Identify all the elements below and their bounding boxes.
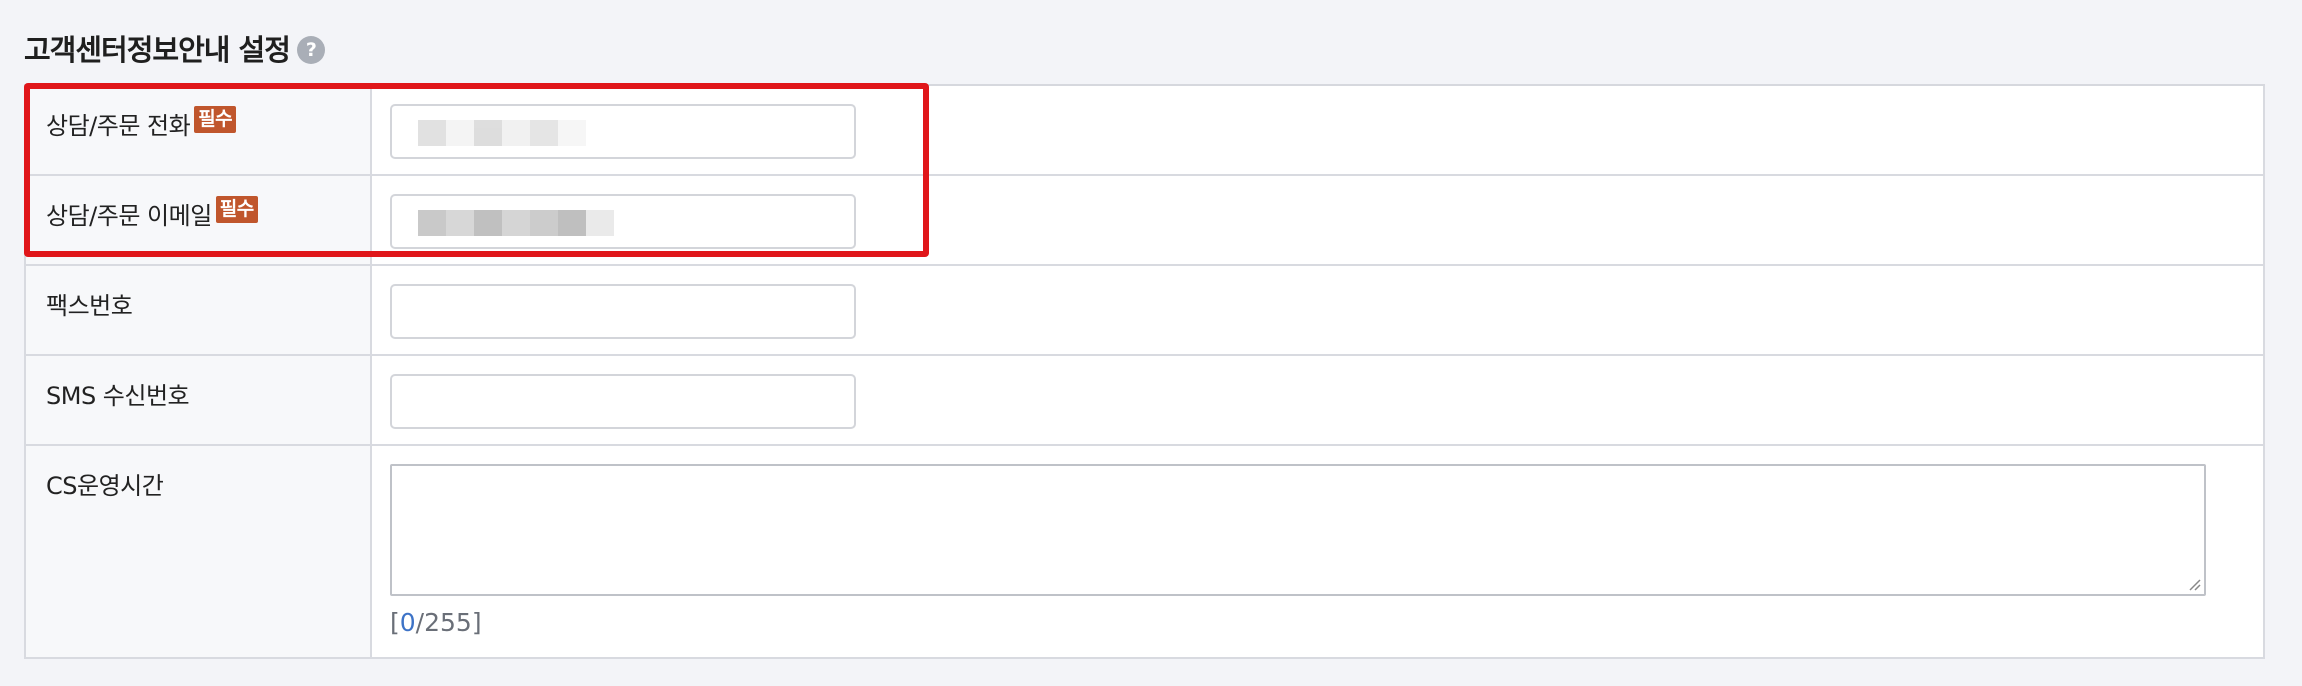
- form-row-email: 상담/주문 이메일 필수: [24, 176, 2265, 266]
- counter-current: 0: [399, 608, 416, 637]
- cs-hours-label: CS운영시간: [46, 472, 164, 500]
- customer-center-form: 상담/주문 전화 필수 상담/주문 이메일 필수 팩스번호 SMS 수신번호 C…: [24, 84, 2265, 659]
- phone-input[interactable]: [390, 104, 856, 159]
- value-cell-phone: [372, 86, 2265, 174]
- redacted-value: [418, 210, 614, 236]
- help-icon[interactable]: ?: [296, 36, 325, 64]
- sms-label: SMS 수신번호: [46, 382, 190, 410]
- label-cell-fax: 팩스번호: [24, 266, 372, 354]
- required-badge: 필수: [194, 106, 237, 133]
- label-cell-phone: 상담/주문 전화 필수: [24, 86, 372, 174]
- label-cell-email: 상담/주문 이메일 필수: [24, 176, 372, 264]
- value-cell-cs-hours: [0/255]: [372, 446, 2265, 657]
- form-row-fax: 팩스번호: [24, 266, 2265, 356]
- counter-separator: /: [415, 608, 425, 637]
- char-counter: [0/255]: [390, 608, 2263, 637]
- fax-input[interactable]: [390, 284, 856, 339]
- redacted-value: [418, 120, 586, 146]
- value-cell-fax: [372, 266, 2265, 354]
- section-title-bar: 고객센터정보안내 설정 ?: [24, 26, 325, 70]
- form-row-cs-hours: CS운영시간 [0/255]: [24, 446, 2265, 659]
- fax-label: 팩스번호: [46, 292, 133, 320]
- required-badge: 필수: [215, 196, 258, 223]
- value-cell-sms: [372, 356, 2265, 444]
- email-input[interactable]: [390, 194, 856, 249]
- phone-label: 상담/주문 전화: [46, 112, 191, 140]
- form-row-sms: SMS 수신번호: [24, 356, 2265, 446]
- counter-close: ]: [471, 608, 482, 637]
- label-cell-cs-hours: CS운영시간: [24, 446, 372, 657]
- cs-hours-textarea[interactable]: [390, 464, 2206, 596]
- resize-grip-icon[interactable]: [2187, 577, 2201, 591]
- email-label: 상담/주문 이메일: [46, 202, 212, 230]
- section-title: 고객센터정보안내 설정: [24, 33, 291, 67]
- value-cell-email: [372, 176, 2265, 264]
- sms-number-input[interactable]: [390, 374, 856, 429]
- counter-open: [: [390, 608, 400, 637]
- counter-max: 255: [424, 608, 472, 637]
- label-cell-sms: SMS 수신번호: [24, 356, 372, 444]
- form-row-phone: 상담/주문 전화 필수: [24, 86, 2265, 176]
